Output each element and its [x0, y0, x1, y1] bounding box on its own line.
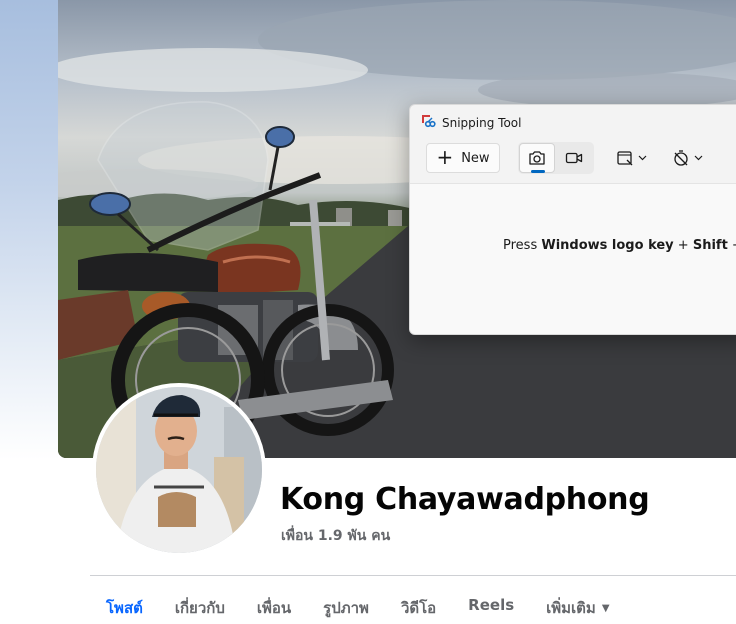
chevron-down-icon	[638, 155, 647, 161]
selected-indicator	[531, 170, 545, 173]
hint-key-shift: Shift	[692, 238, 728, 253]
tab-label: โพสต์	[106, 599, 143, 617]
tab-label: Reels	[468, 596, 515, 614]
tab-more[interactable]: เพิ่มเติม ▼	[530, 586, 625, 624]
profile-photo	[96, 387, 262, 553]
snipping-tool-window[interactable]: Snipping Tool + New Press Windows logo k…	[409, 104, 736, 335]
hint-key-windows: Windows logo key	[541, 238, 674, 253]
tab-photos[interactable]: รูปภาพ	[307, 586, 385, 624]
tab-reels[interactable]: Reels	[452, 586, 530, 624]
delay-dropdown[interactable]	[672, 147, 703, 169]
profile-name[interactable]: Kong Chayawadphong	[280, 482, 650, 517]
hint-plus: +	[728, 238, 736, 253]
caret-down-icon: ▼	[601, 603, 610, 614]
plus-icon: +	[436, 145, 454, 169]
tab-label: เพื่อน	[256, 599, 292, 617]
snipping-tool-titlebar[interactable]: Snipping Tool	[420, 113, 521, 132]
tab-label: รูปภาพ	[323, 599, 369, 617]
capture-mode-toggle	[518, 142, 594, 174]
hint-plus: +	[673, 238, 693, 253]
photo-mode-button[interactable]	[519, 143, 555, 173]
tab-label: เพิ่มเติม	[546, 599, 596, 617]
tab-about[interactable]: เกี่ยวกับ	[159, 586, 241, 624]
profile-photo-image	[96, 387, 262, 553]
tab-label: วิดีโอ	[400, 599, 437, 617]
video-camera-icon	[565, 152, 583, 164]
snipping-tool-icon	[420, 113, 436, 132]
tab-label: เกี่ยวกับ	[174, 599, 225, 617]
snipping-tool-body: Press Windows logo key + Shift + S t	[410, 183, 736, 334]
profile-tabs: โพสต์ เกี่ยวกับ เพื่อน รูปภาพ วิดีโอ Ree…	[90, 586, 626, 624]
timer-icon	[674, 150, 688, 166]
snipping-tool-toolbar: + New	[410, 141, 736, 183]
shortcut-hint: Press Windows logo key + Shift + S t	[503, 238, 736, 253]
friends-count[interactable]: เพื่อน 1.9 พัน คน	[281, 525, 390, 547]
video-mode-button[interactable]	[556, 143, 592, 173]
rectangle-snip-icon	[617, 151, 633, 166]
tab-posts[interactable]: โพสต์	[90, 586, 159, 624]
hint-prefix: Press	[503, 238, 542, 253]
tab-friends[interactable]: เพื่อน	[241, 586, 307, 624]
chevron-down-icon	[694, 155, 703, 161]
profile-avatar[interactable]	[92, 383, 266, 557]
page-background-left	[0, 0, 58, 460]
new-snip-button[interactable]: + New	[426, 143, 500, 173]
profile-divider	[90, 575, 736, 576]
camera-icon	[529, 151, 545, 165]
snip-shape-dropdown[interactable]	[616, 147, 647, 169]
snipping-tool-title: Snipping Tool	[442, 115, 522, 130]
new-snip-label: New	[461, 150, 490, 166]
tab-videos[interactable]: วิดีโอ	[385, 586, 452, 624]
